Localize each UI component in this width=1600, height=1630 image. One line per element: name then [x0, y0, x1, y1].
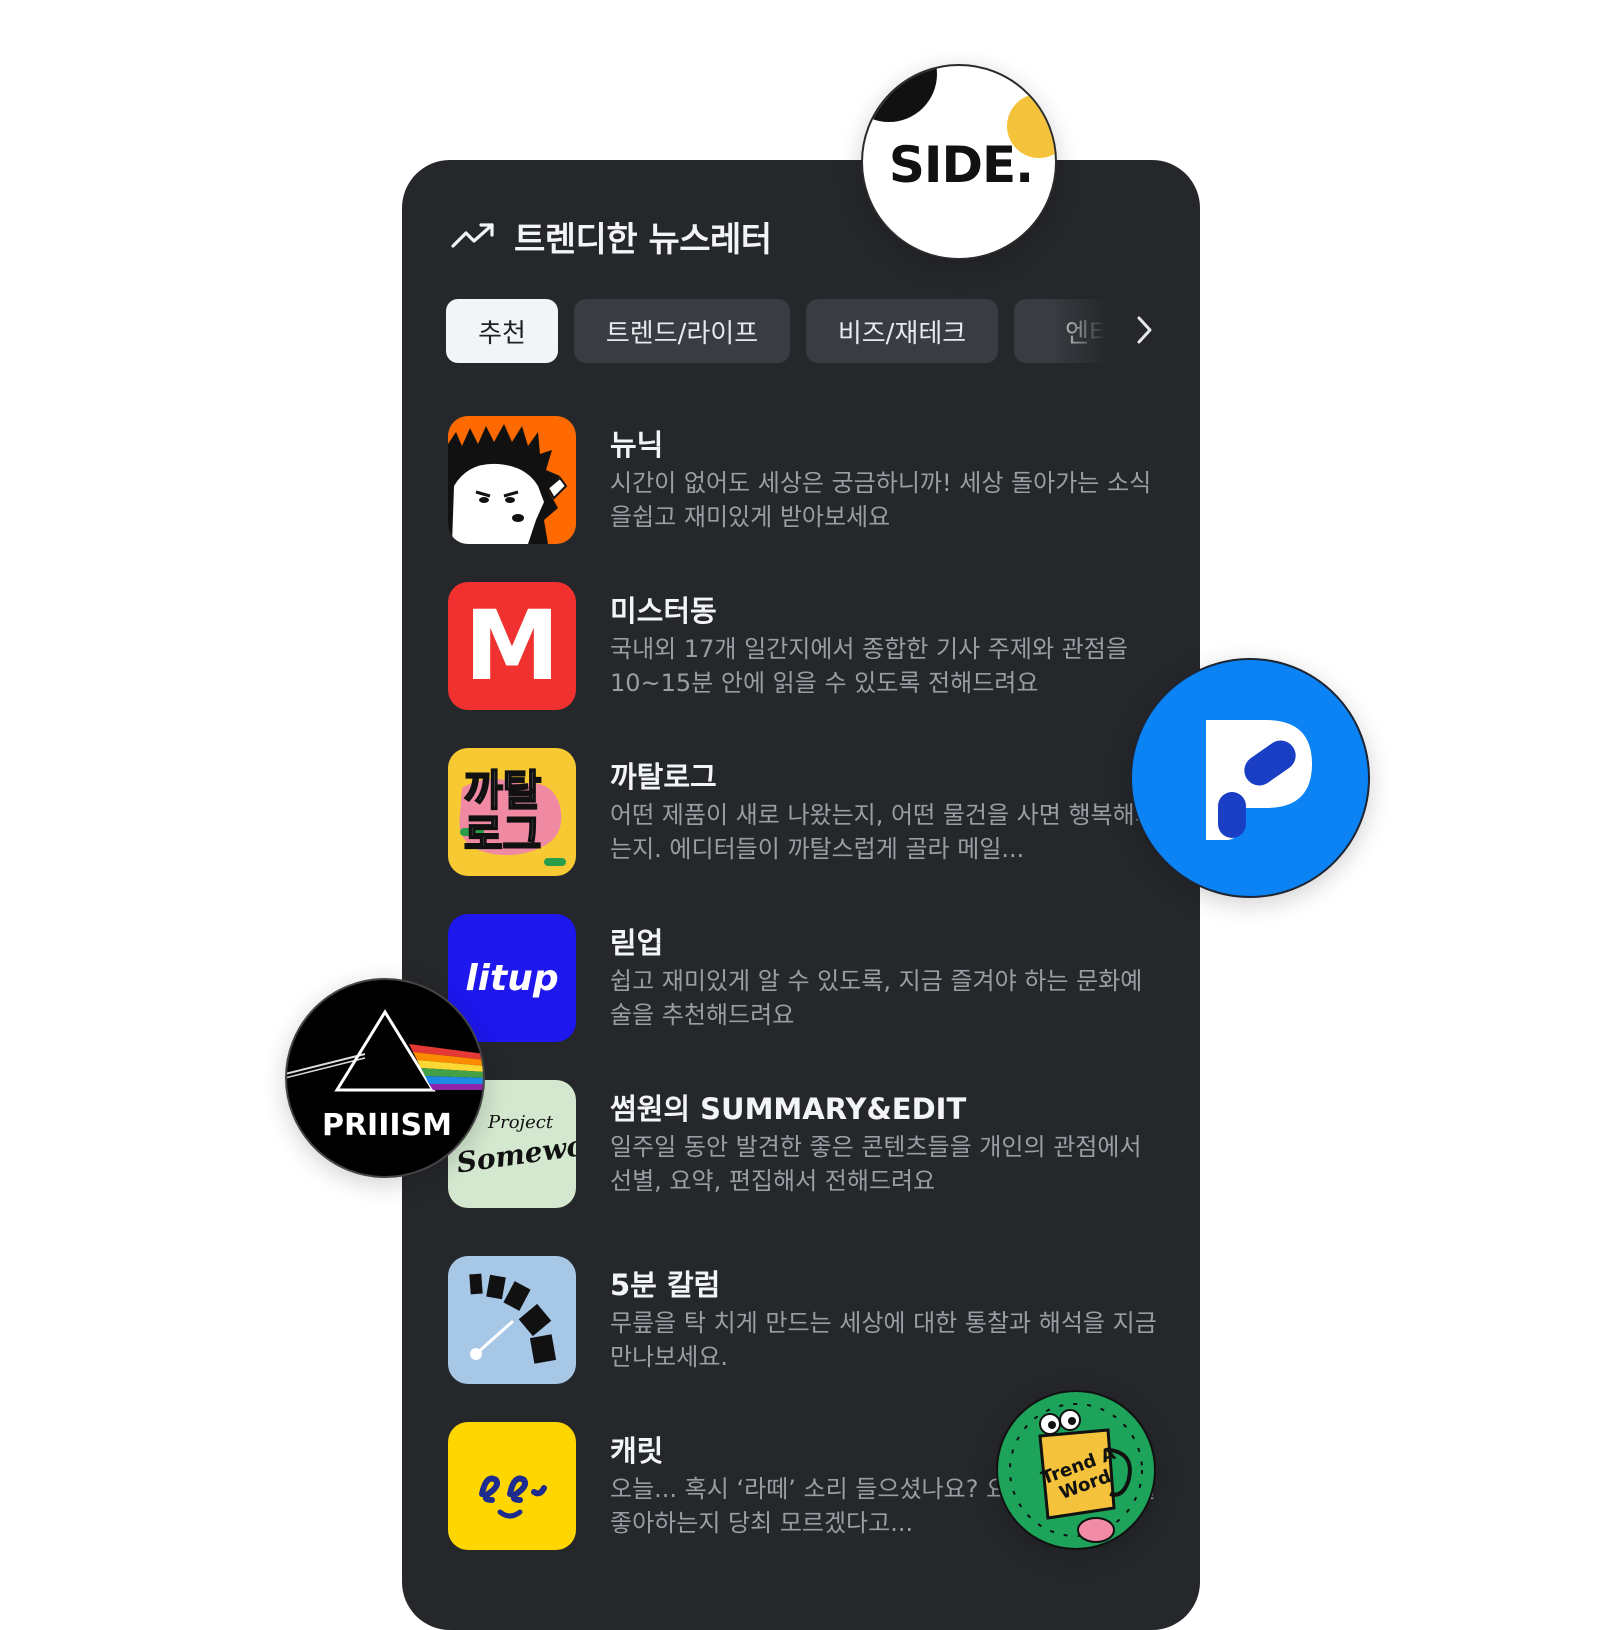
newsletter-name: 까탈로그 [610, 760, 717, 794]
panel-header: 트렌디한 뉴스레터 [450, 212, 772, 261]
newsletter-description: 무릎을 탁 치게 만드는 세상에 대한 통찰과 해석을 지금 만나보세요. [610, 1309, 1157, 1371]
newsletter-name: 릳업 [610, 926, 664, 960]
list-item[interactable]: 5분 칼럼 무릎을 탁 치게 만드는 세상에 대한 통찰과 해석을 지금 만나보… [448, 1256, 1168, 1384]
newsletter-description: 시간이 없어도 세상은 궁금하니까! 세상 돌아가는 소식을쉽고 재미있게 받아… [610, 469, 1152, 531]
newsletter-description: 국내외 17개 일간지에서 종합한 기사 주제와 관점을 10~15분 안에 읽… [610, 635, 1128, 697]
newsletter-description: 일주일 동안 발견한 좋은 콘텐츠들을 개인의 관점에서 선별, 요약, 편집해… [610, 1133, 1142, 1195]
trending-up-icon [450, 221, 496, 253]
trend-a-word-badge: Trend A Word [996, 1390, 1156, 1550]
priism-badge: PRIIISM [285, 978, 485, 1178]
katalog-logo: 까탈 로그 [448, 748, 576, 876]
list-item[interactable]: M 미스터동 국내외 17개 일간지에서 종합한 기사 주제와 관점을 10~1… [448, 582, 1168, 710]
careet-logo [448, 1422, 576, 1550]
newsletter-name: 뉴닉 [610, 428, 664, 462]
mister-dong-logo: M [448, 582, 576, 710]
newsletter-name: 썸원의 SUMMARY&EDIT [610, 1092, 967, 1126]
newneek-logo [448, 416, 576, 544]
page-title: 트렌디한 뉴스레터 [514, 220, 772, 260]
side-badge: SIDE. [861, 64, 1057, 260]
tab-biz-finance[interactable]: 비즈/재테크 [806, 299, 998, 363]
tab-recommended[interactable]: 추천 [446, 299, 558, 363]
list-item[interactable]: litup 릳업 쉽고 재미있게 알 수 있도록, 지금 즐겨야 하는 문화예술… [448, 914, 1168, 1042]
p-app-badge [1130, 658, 1370, 898]
list-item[interactable]: Project SomewoN 썸원의 SUMMARY&EDIT 일주일 동안 … [448, 1080, 1168, 1208]
newsletter-description: 어떤 제품이 새로 나왔는지, 어떤 물건을 사면 행복해지는지. 에디터들이 … [610, 801, 1157, 863]
newsletter-name: 5분 칼럼 [610, 1268, 721, 1302]
chevron-right-icon[interactable] [1132, 312, 1156, 352]
newsletter-description: 쉽고 재미있게 알 수 있도록, 지금 즐겨야 하는 문화예술을 추천해드려요 [610, 967, 1143, 1029]
list-item[interactable]: 뉴닉 시간이 없어도 세상은 궁금하니까! 세상 돌아가는 소식을쉽고 재미있게… [448, 416, 1168, 544]
five-minute-column-logo [448, 1256, 576, 1384]
newsletter-name: 미스터동 [610, 594, 717, 628]
tab-trend-life[interactable]: 트렌드/라이프 [574, 299, 790, 363]
newsletter-name: 캐릿 [610, 1434, 664, 1468]
list-item[interactable]: 까탈 로그 까탈로그 어떤 제품이 새로 나왔는지, 어떤 물건을 사면 행복해… [448, 748, 1168, 876]
